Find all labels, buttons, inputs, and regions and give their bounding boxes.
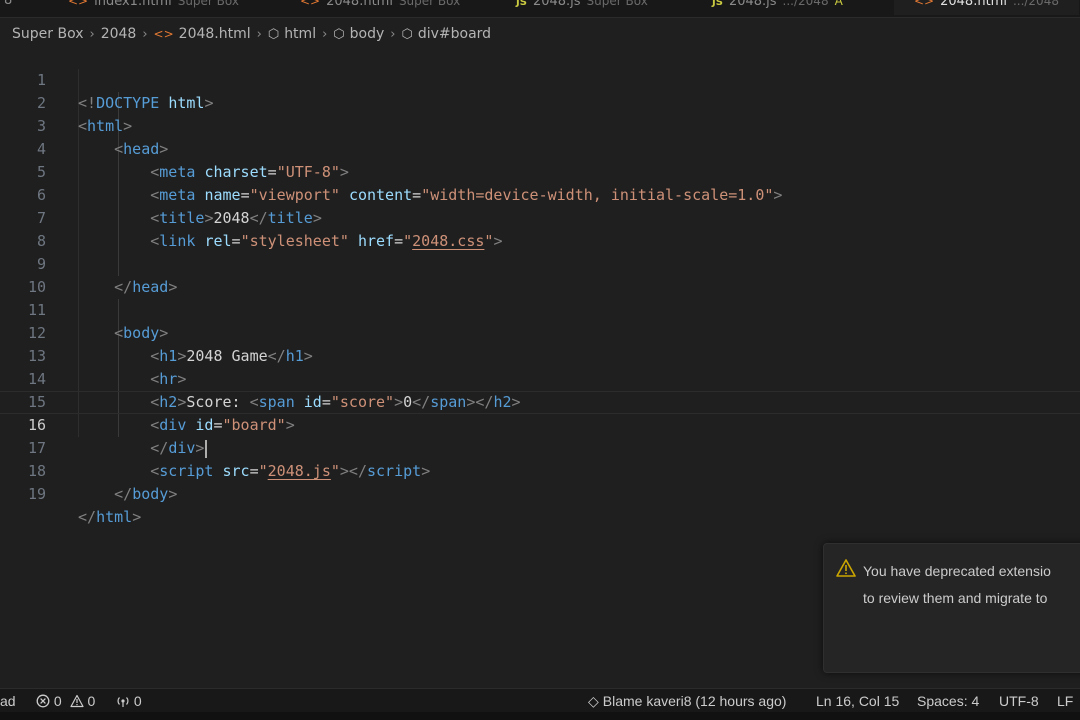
code-line[interactable]: 14 <h2>Score: <span id="score">0</span><… — [0, 345, 1080, 411]
breadcrumb-item[interactable]: 2048.html — [179, 26, 251, 42]
notification-line: You have deprecated extensio — [863, 563, 1051, 579]
code-line-current[interactable]: 16 </div> — [0, 391, 1080, 458]
chevron-right-icon: › — [322, 26, 328, 42]
breadcrumb: Super Box › 2048 › <> 2048.html › ⬡ html… — [12, 24, 491, 44]
broadcast-icon — [117, 697, 129, 707]
code-line[interactable]: 9 </head> — [0, 230, 1080, 296]
ports-count: 0 — [133, 693, 142, 709]
chevron-right-icon: › — [89, 26, 95, 42]
breadcrumb-item[interactable]: 2048 — [101, 26, 137, 42]
git-commit-icon: ◇ — [588, 693, 599, 709]
code-line[interactable]: 5 <meta name="viewport" content="width=d… — [0, 138, 1080, 204]
tab-description: Super Box — [586, 0, 648, 8]
tab-index1-html[interactable]: <> index1.html Super Box — [68, 0, 239, 15]
tab-description: .../2048 — [782, 0, 829, 8]
code-line[interactable]: 1 <!DOCTYPE html> — [0, 46, 1080, 112]
code-line[interactable]: 8 — [0, 207, 1080, 250]
tab-2048-js-added[interactable]: JS 2048.js .../2048 A — [712, 0, 843, 15]
tab-label: 2048.html — [326, 0, 393, 9]
end-of-line-sequence[interactable]: LF — [1057, 689, 1073, 713]
window-bottom-edge — [0, 712, 1080, 720]
code-line[interactable]: 6 <title>2048</title> — [0, 161, 1080, 227]
breadcrumb-item[interactable]: Super Box — [12, 26, 84, 42]
code-line[interactable]: 11 <body> — [0, 276, 1080, 342]
line-number: 19 — [27, 485, 46, 503]
code-line[interactable]: 7 <link rel="stylesheet" href="2048.css"… — [0, 184, 1080, 250]
file-encoding[interactable]: UTF-8 — [999, 689, 1039, 713]
ports-indicator[interactable]: 0 — [116, 689, 142, 713]
tab-2048-html-active[interactable]: <> 2048.html .../2048 — [894, 0, 1079, 15]
code-line[interactable]: 17 <script src="2048.js"></script> — [0, 414, 1080, 480]
editor-tab-bar: 8 <> index1.html Super Box <> 2048.html Supe… — [0, 0, 1080, 18]
code-line[interactable]: 19 </html> — [0, 460, 1080, 526]
status-bar: ad 0 0 0 ◇ Blame kaveri8 (12 hours ago) L… — [0, 688, 1080, 713]
git-blame[interactable]: ◇ Blame kaveri8 (12 hours ago) — [588, 689, 786, 713]
code-text: </body> — [114, 485, 178, 503]
breadcrumb-item[interactable]: div#board — [418, 26, 491, 42]
tab-overflow-label: 8 — [4, 0, 13, 8]
html-file-icon: <> — [153, 27, 174, 41]
html-file-icon: <> — [68, 0, 89, 8]
chevron-right-icon: › — [256, 26, 262, 42]
tab-description: Super Box — [177, 0, 239, 8]
html-file-icon: <> — [914, 0, 935, 8]
tab-2048-html[interactable]: <> 2048.html Super Box — [300, 0, 460, 15]
warning-count: 0 — [87, 693, 96, 709]
error-count: 0 — [53, 693, 62, 709]
code-line[interactable]: 18 </body> — [0, 437, 1080, 503]
tab-label: index1.html — [94, 0, 172, 9]
problems-indicator[interactable]: 0 0 — [36, 689, 95, 713]
deprecated-extensions-notification[interactable]: You have deprecated extensio to review t… — [823, 543, 1080, 673]
code-line[interactable]: 15 <div id="board"> — [0, 368, 1080, 434]
tab-2048-js[interactable]: JS 2048.js Super Box — [516, 0, 648, 15]
js-file-icon: JS — [712, 0, 723, 8]
warning-icon — [836, 559, 856, 577]
breadcrumb-item[interactable]: body — [350, 26, 385, 42]
symbol-element-icon: ⬡ — [267, 26, 280, 42]
git-blame-label: Blame kaveri8 (12 hours ago) — [602, 693, 787, 709]
git-added-badge: A — [834, 0, 843, 8]
code-line[interactable]: 12 <h1>2048 Game</h1> — [0, 299, 1080, 365]
tab-overflow[interactable]: 8 — [4, 0, 12, 15]
tab-label: 2048.html — [940, 0, 1007, 9]
tab-label: 2048.js — [728, 0, 777, 9]
status-mode[interactable]: ad — [0, 689, 16, 713]
code-line[interactable]: 13 <hr> — [0, 322, 1080, 388]
code-text: </html> — [78, 508, 142, 526]
notification-message: You have deprecated extensio to review t… — [863, 558, 1080, 612]
indentation-setting[interactable]: Spaces: 4 — [917, 689, 979, 713]
error-icon — [36, 694, 50, 708]
breadcrumb-item[interactable]: html — [284, 26, 316, 42]
tab-description: Super Box — [398, 0, 461, 8]
code-line[interactable]: 2 <html> — [0, 69, 1080, 135]
cursor-position[interactable]: Ln 16, Col 15 — [816, 689, 899, 713]
js-file-icon: JS — [516, 0, 527, 8]
code-line[interactable]: 10 — [0, 253, 1080, 296]
code-line[interactable]: 3 <head> — [0, 92, 1080, 158]
html-file-icon: <> — [300, 0, 321, 8]
notification-line: to review them and migrate to — [863, 590, 1048, 606]
code-line[interactable]: 4 <meta charset="UTF-8"> — [0, 115, 1080, 181]
chevron-right-icon: › — [142, 26, 148, 42]
chevron-right-icon: › — [390, 26, 396, 42]
symbol-element-icon: ⬡ — [333, 26, 345, 42]
tab-label: 2048.js — [532, 0, 581, 9]
tab-description: .../2048 — [1012, 0, 1059, 8]
symbol-element-icon: ⬡ — [401, 26, 413, 42]
warning-icon — [69, 694, 84, 708]
